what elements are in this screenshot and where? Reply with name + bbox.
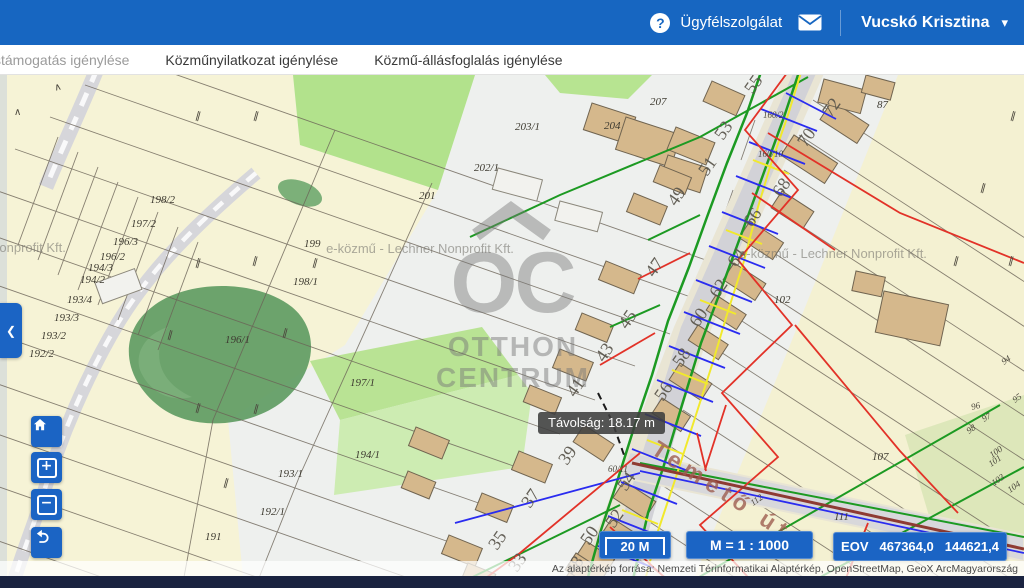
map-label: e-közmű - Lechner Nonprofit Kft.: [326, 241, 514, 256]
map-label: e-közmű - Lechner Nonprofit Kft.: [0, 240, 66, 255]
map-canvas[interactable]: OC OTTHON CENTRUM 198/2197/2196/3196/219…: [0, 75, 1024, 588]
map-container: OC OTTHON CENTRUM 198/2 197/2 196/3 196/2 19…: [0, 75, 1024, 588]
header-divider: [840, 9, 842, 36]
attribution-text: Az alaptérkép forrása: Nemzeti Térinform…: [551, 562, 1018, 575]
eov-y: 144621,4: [944, 539, 999, 554]
map-label: 193/3: [54, 312, 80, 324]
map-label: 194/1: [355, 449, 380, 461]
watermark-line1: OTTHON: [448, 331, 578, 362]
top-header: ? Ügyfélszolgálat Vucskó Krisztina ▾: [0, 0, 1024, 45]
help-icon[interactable]: ?: [650, 12, 671, 33]
customer-service-link[interactable]: Ügyfélszolgálat: [680, 14, 782, 31]
scale-bar-label: 20 M: [620, 539, 650, 554]
tab-support-request[interactable]: stámogatás igénylése: [0, 52, 129, 68]
map-label: 197/1: [350, 377, 375, 389]
map-label: 160/10: [758, 149, 784, 159]
map-label: 203/1: [515, 121, 540, 133]
scale-ratio[interactable]: M = 1 : 1000: [686, 531, 813, 559]
distance-tooltip: Távolság: 18.17 m: [538, 412, 665, 434]
undo-icon: [36, 529, 49, 543]
mail-icon[interactable]: [798, 14, 822, 31]
map-label: 194/2: [80, 274, 106, 286]
map-label: 207: [650, 96, 667, 108]
map-label: 196/1: [225, 334, 250, 346]
map-label: 192/2: [29, 348, 55, 360]
map-label: 111: [834, 511, 849, 523]
tab-bar: stámogatás igénylése Közműnyilatkozat ig…: [0, 45, 1024, 75]
map-label: 198/1: [293, 276, 318, 288]
map-label: 160/2: [763, 110, 784, 120]
eov-x: 467364,0: [879, 539, 934, 554]
collapse-chevron-icon: ❮: [5, 323, 17, 338]
map-label: 192/1: [260, 506, 285, 518]
otthon-centrum-watermark: OC OTTHON CENTRUM: [436, 200, 588, 393]
map-label: 204: [604, 120, 621, 132]
bottom-strip: [0, 576, 1024, 588]
map-label: 102: [774, 294, 791, 306]
sidebar-collapse-button[interactable]: ❮: [0, 303, 22, 358]
tab-utility-position[interactable]: Közmű-állásfoglalás igénylése: [374, 52, 562, 68]
eov-coordinates: EOV 467364,0 144621,4: [833, 532, 1007, 561]
eov-prefix: EOV: [841, 539, 869, 554]
tab-utility-statement[interactable]: Közműnyilatkozat igénylése: [165, 52, 338, 68]
map-label: e-közmű - Lechner Nonprofit Kft.: [739, 246, 927, 261]
map-label: 197/2: [131, 218, 157, 230]
map-label: 198/2: [150, 194, 176, 206]
map-label: 196/3: [113, 236, 139, 248]
map-label: 193/4: [67, 294, 93, 306]
map-label: 193/1: [278, 468, 303, 480]
map-attribution: Az alaptérkép forrása: Nemzeti Térinform…: [0, 561, 1024, 576]
scale-ratio-label: M = 1 : 1000: [710, 537, 789, 553]
user-menu[interactable]: Vucskó Krisztina: [861, 14, 989, 32]
zoom-out-button[interactable]: −: [31, 489, 62, 520]
map-label: 191: [205, 531, 222, 543]
map-label: 107: [872, 451, 889, 463]
map-label: 201: [419, 190, 436, 202]
zoom-out-icon: −: [36, 494, 57, 515]
zoom-in-button[interactable]: +: [31, 452, 62, 483]
map-label: 202/1: [474, 162, 499, 174]
map-label: 199: [304, 238, 321, 250]
scale-bar: 20 M: [599, 531, 671, 559]
map-label: 87: [877, 99, 889, 111]
home-button[interactable]: [31, 416, 62, 447]
zoom-in-icon: +: [36, 457, 57, 478]
app-window: ? Ügyfélszolgálat Vucskó Krisztina ▾ stá…: [0, 0, 1024, 588]
chevron-down-icon[interactable]: ▾: [1001, 15, 1008, 31]
home-icon: [34, 419, 46, 431]
map-label: 193/2: [41, 330, 67, 342]
map-label: ∧: [14, 107, 21, 118]
map-label: 194/3: [88, 262, 114, 274]
undo-button[interactable]: [31, 527, 62, 558]
